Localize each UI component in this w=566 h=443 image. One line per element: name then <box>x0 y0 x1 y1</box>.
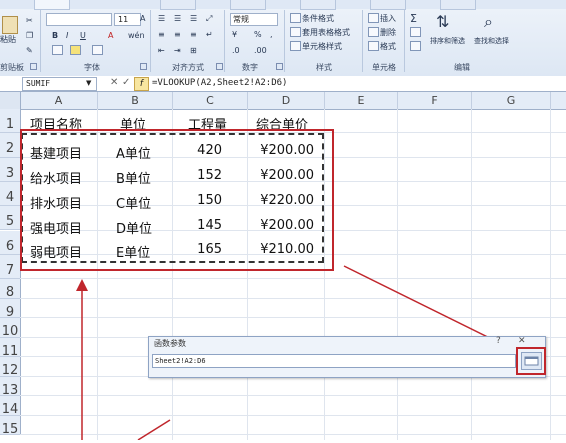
arrow-to-dialog <box>137 419 171 440</box>
annotation-box-button <box>516 347 546 375</box>
dialog-title: 函数参数 <box>154 339 186 348</box>
dialog-close-button[interactable]: ✕ <box>518 336 526 346</box>
range-input[interactable]: Sheet2!A2:D6 <box>152 354 516 368</box>
dialog-help-button[interactable]: ? <box>496 336 501 346</box>
